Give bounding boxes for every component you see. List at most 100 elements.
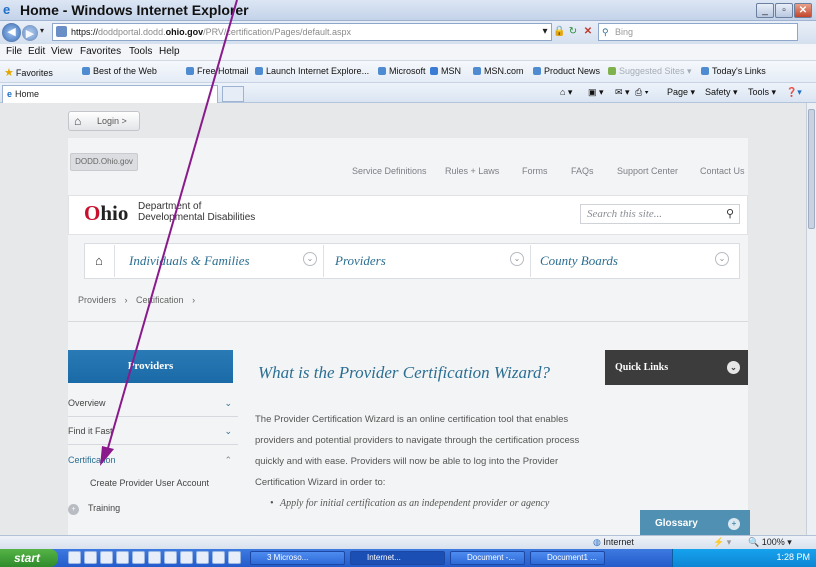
nav-individuals-families[interactable]: Individuals & Families — [129, 253, 250, 269]
title-bar: e Home - Windows Internet Explorer _ ▫ ✕ — [0, 0, 816, 21]
task-internet[interactable]: Internet... — [350, 551, 445, 565]
ie-quicklaunch-icon[interactable] — [68, 551, 81, 564]
util-support-center[interactable]: Support Center — [617, 166, 678, 176]
app-quicklaunch-icon[interactable] — [196, 551, 209, 564]
glossary-button[interactable]: Glossary + — [640, 510, 750, 535]
breadcrumb-certification[interactable]: Certification — [136, 295, 184, 305]
app-quicklaunch-icon[interactable] — [164, 551, 177, 564]
security-zone[interactable]: ◍ Internet — [593, 537, 634, 548]
favorites-bar: ★ Favorites Best of the Web Free Hotmail … — [0, 61, 816, 83]
fav-label: MSN — [441, 66, 461, 76]
app-quicklaunch-icon[interactable] — [84, 551, 97, 564]
maximize-button[interactable]: ▫ — [775, 3, 793, 18]
task-microsoft[interactable]: 3 Microso... — [250, 551, 345, 565]
chevron-down-icon[interactable]: ⌄ — [224, 389, 232, 417]
vertical-scrollbar[interactable] — [806, 103, 816, 535]
search-icon[interactable]: ⚲ — [726, 205, 734, 223]
refresh-icon[interactable]: ↻ — [567, 24, 579, 39]
print-icon[interactable]: ⎙ ▾ — [635, 87, 648, 98]
site-search-input[interactable]: Search this site... ⚲ — [580, 204, 740, 224]
dodd-home-link[interactable]: DODD.Ohio.gov — [70, 153, 138, 171]
favorites-button[interactable]: ★ Favorites — [4, 66, 53, 79]
minimize-button[interactable]: _ — [756, 3, 774, 18]
search-input[interactable]: ⚲ Bing — [598, 23, 798, 41]
fav-best-of-web[interactable]: Best of the Web — [82, 66, 157, 76]
tab-home[interactable]: e Home — [2, 85, 218, 103]
login-button[interactable]: ⌂ Login > — [68, 111, 140, 131]
chevron-up-icon[interactable]: ⌃ — [224, 446, 232, 474]
new-tab-button[interactable] — [222, 86, 244, 102]
fav-suggested-sites[interactable]: Suggested Sites ▾ — [608, 66, 692, 77]
safety-menu-label: Safety — [705, 87, 731, 97]
scrollbar-thumb[interactable] — [808, 109, 815, 229]
menu-edit[interactable]: Edit — [28, 46, 45, 57]
menu-favorites[interactable]: Favorites — [80, 46, 121, 57]
chevron-down-icon[interactable]: ⌄ — [510, 252, 524, 266]
page-menu[interactable]: Page ▾ — [667, 87, 695, 98]
breadcrumb-providers[interactable]: Providers — [78, 295, 116, 305]
recent-pages-dropdown[interactable]: ▾ — [40, 26, 44, 35]
util-service-definitions[interactable]: Service Definitions — [352, 166, 427, 176]
app-quicklaunch-icon[interactable] — [212, 551, 225, 564]
menu-file[interactable]: File — [6, 46, 22, 57]
zoom-control[interactable]: 🔍 100% ▾ — [748, 537, 792, 548]
fav-label: Today's Links — [712, 66, 766, 76]
sidebar-item-training[interactable]: + Training — [68, 503, 120, 515]
fav-microsoft[interactable]: Microsoft — [378, 66, 426, 76]
chevron-down-icon[interactable]: ⌄ — [224, 417, 232, 445]
sidebar-subitem-create-account[interactable]: Create Provider User Account — [90, 478, 209, 488]
fav-product-news[interactable]: Product News — [533, 66, 600, 76]
address-toolbar: ◀ ▶ ▾ https://doddportal.dodd.ohio.gov/P… — [0, 21, 816, 44]
fav-todays-links[interactable]: Today's Links — [701, 66, 766, 76]
help-icon[interactable]: ❓▾ — [786, 87, 802, 98]
app-quicklaunch-icon[interactable] — [132, 551, 145, 564]
breadcrumb-separator: › — [124, 295, 128, 305]
tools-menu[interactable]: Tools ▾ — [748, 87, 776, 98]
app-quicklaunch-icon[interactable] — [116, 551, 129, 564]
address-dropdown[interactable]: ▾ — [540, 24, 550, 39]
util-contact-us[interactable]: Contact Us — [700, 166, 745, 176]
fav-free-hotmail[interactable]: Free Hotmail — [186, 66, 249, 76]
safety-menu[interactable]: Safety ▾ — [705, 87, 738, 98]
ohio-logo[interactable]: Ohio — [84, 201, 128, 226]
url-host-domain: ohio.gov — [165, 27, 204, 37]
close-button[interactable]: ✕ — [794, 3, 812, 18]
chevron-down-icon[interactable]: ⌄ — [715, 252, 729, 266]
chevron-down-icon[interactable]: ⌄ — [303, 252, 317, 266]
fav-launch-ie[interactable]: Launch Internet Explore... — [255, 66, 369, 76]
home-icon[interactable]: ⌂ — [95, 253, 103, 268]
app-quicklaunch-icon[interactable] — [148, 551, 161, 564]
app-quicklaunch-icon[interactable] — [228, 551, 241, 564]
fav-msn-com[interactable]: MSN.com — [473, 66, 524, 76]
nav-divider — [114, 245, 115, 277]
back-button[interactable]: ◀ — [2, 23, 21, 42]
start-button[interactable]: start — [0, 549, 58, 567]
home-icon[interactable]: ⌂ ▾ — [560, 87, 572, 98]
task-document1[interactable]: Document1 ... — [530, 551, 605, 565]
sidebar-item-certification[interactable]: Certification ⌃ — [68, 446, 238, 474]
util-forms[interactable]: Forms — [522, 166, 548, 176]
menu-view[interactable]: View — [51, 46, 73, 57]
menu-help[interactable]: Help — [159, 46, 180, 57]
util-rules-laws[interactable]: Rules + Laws — [445, 166, 499, 176]
favorites-label: Favorites — [15, 68, 53, 78]
fav-msn[interactable]: MSN — [430, 66, 461, 76]
app-quicklaunch-icon[interactable] — [100, 551, 113, 564]
nav-county-boards[interactable]: County Boards — [540, 253, 618, 269]
feeds-icon[interactable]: ▣ ▾ — [588, 87, 604, 98]
protected-mode-icon[interactable]: ⚡ ▾ — [713, 537, 731, 548]
util-faqs[interactable]: FAQs — [571, 166, 594, 176]
quick-links-button[interactable]: Quick Links ⌄ — [605, 350, 748, 385]
app-quicklaunch-icon[interactable] — [180, 551, 193, 564]
mail-icon[interactable]: ✉ ▾ — [615, 87, 630, 98]
lock-icon[interactable]: 🔒 — [553, 24, 565, 39]
menu-tools[interactable]: Tools — [129, 46, 152, 57]
sidebar-item-overview[interactable]: Overview ⌄ — [68, 389, 238, 417]
forward-button[interactable]: ▶ — [22, 25, 38, 41]
sidebar-item-find-it-fast[interactable]: Find it Fast ⌄ — [68, 417, 238, 445]
fav-label: Best of the Web — [93, 66, 157, 76]
nav-providers[interactable]: Providers — [335, 253, 386, 269]
stop-icon[interactable]: ✕ — [582, 24, 594, 39]
address-bar[interactable]: https://doddportal.dodd.ohio.gov/PRV/cer… — [52, 23, 552, 41]
task-document[interactable]: Document -... — [450, 551, 525, 565]
